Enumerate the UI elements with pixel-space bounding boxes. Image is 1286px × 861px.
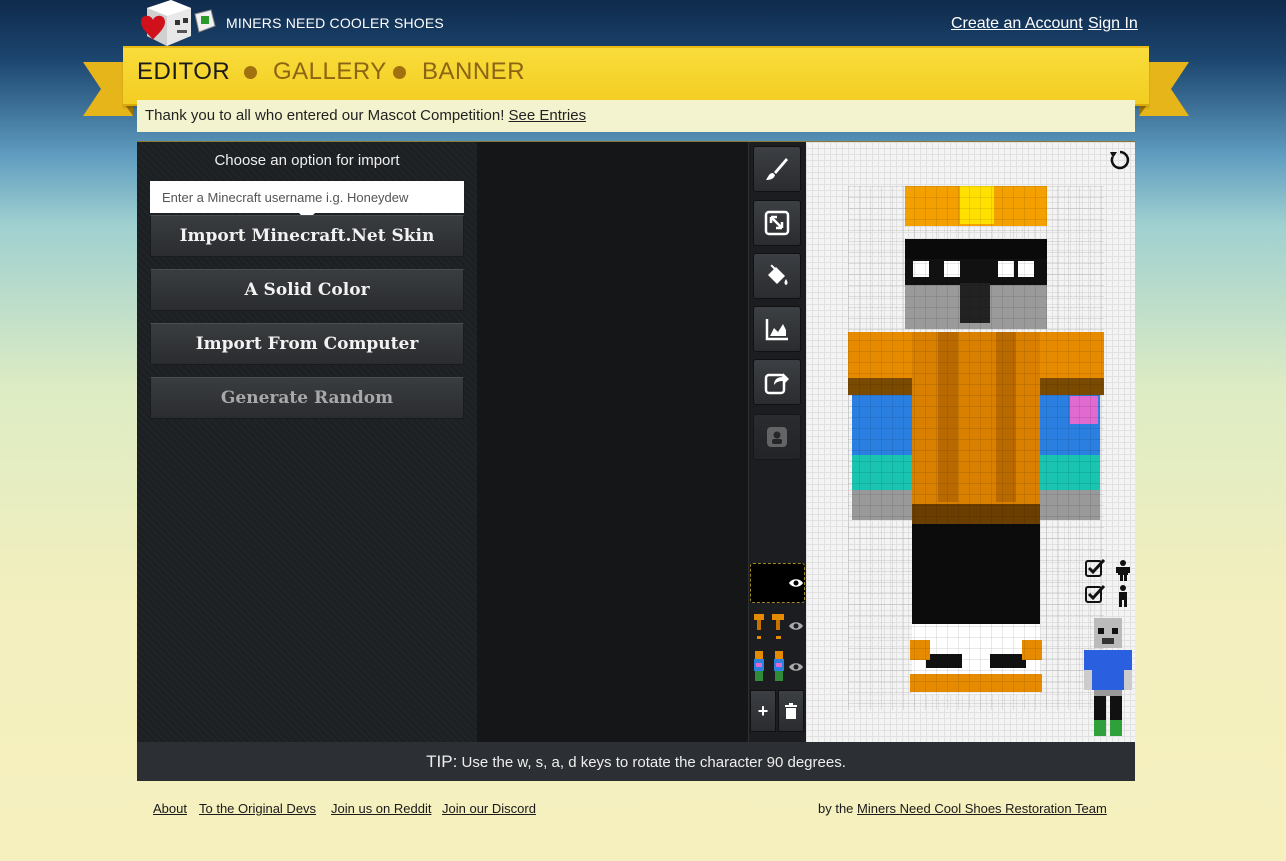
footer-credit: by the Miners Need Cool Shoes Restoratio… — [818, 801, 1107, 816]
layer-thumbnail — [754, 614, 784, 639]
sign-in-link[interactable]: Sign In — [1088, 15, 1138, 33]
base-layer-icon — [1119, 585, 1127, 607]
resize-tool-button[interactable] — [753, 200, 801, 246]
eye-icon[interactable] — [788, 620, 804, 632]
outer-layer-icon — [1116, 560, 1130, 581]
site-name: MINERS NEED COOLER SHOES — [226, 15, 444, 31]
add-layer-button[interactable]: + — [750, 690, 776, 732]
portrait-icon — [767, 427, 787, 447]
chart-tool-button[interactable] — [753, 306, 801, 352]
import-minecraft-skin-button[interactable]: Import Minecraft.Net Skin — [150, 215, 464, 257]
eye-icon[interactable] — [788, 577, 804, 589]
restoration-team-link[interactable]: Miners Need Cool Shoes Restoration Team — [857, 801, 1107, 816]
announcement-text: Thank you to all who entered our Mascot … — [145, 107, 509, 124]
layer-thumbnail — [754, 651, 784, 681]
checkbox-base[interactable] — [1084, 584, 1106, 606]
resize-icon — [764, 210, 790, 236]
paint-bucket-icon — [768, 264, 788, 285]
delete-layer-button[interactable] — [778, 690, 804, 732]
chart-icon — [765, 319, 788, 341]
layer-outerwear[interactable] — [750, 606, 805, 646]
trash-icon — [785, 703, 797, 719]
nav-banner[interactable]: BANNER — [422, 58, 525, 86]
eye-icon[interactable] — [788, 661, 804, 673]
import-title: Choose an option for import — [214, 152, 400, 169]
footer-about-link[interactable]: About — [153, 801, 187, 816]
share-icon — [764, 373, 789, 395]
site-logo[interactable] — [137, 0, 217, 48]
share-tool-button[interactable] — [753, 359, 801, 405]
solid-color-button[interactable]: A Solid Color — [150, 269, 464, 311]
mini-skin-preview[interactable] — [1084, 618, 1132, 738]
import-from-computer-button[interactable]: Import From Computer — [150, 323, 464, 365]
editor-canvas[interactable] — [477, 142, 748, 742]
brush-icon — [766, 158, 788, 180]
footer-reddit-link[interactable]: Join us on Reddit — [331, 801, 431, 816]
footer-original-devs-link[interactable]: To the Original Devs — [199, 801, 316, 816]
brush-tool-button[interactable] — [753, 146, 801, 192]
nav-separator — [393, 66, 406, 79]
tip-bar: TIP: Use the w, s, a, d keys to rotate t… — [137, 742, 1135, 781]
generate-random-button[interactable]: Generate Random — [150, 377, 464, 419]
see-entries-link[interactable]: See Entries — [509, 107, 587, 124]
skin-model[interactable] — [848, 186, 1104, 710]
tip-label: TIP: — [426, 752, 458, 771]
layer-base[interactable] — [750, 647, 805, 687]
tip-text: Use the w, s, a, d keys to rotate the ch… — [457, 754, 846, 771]
portrait-tool-button[interactable] — [753, 414, 801, 460]
username-input[interactable] — [150, 181, 464, 213]
nav-editor[interactable]: EDITOR — [137, 58, 230, 86]
footer-discord-link[interactable]: Join our Discord — [442, 801, 536, 816]
nav-gallery[interactable]: GALLERY — [273, 58, 387, 86]
announcement-bar: Thank you to all who entered our Mascot … — [137, 100, 1135, 132]
layer-blank[interactable] — [750, 563, 805, 603]
nav-separator — [244, 66, 257, 79]
create-account-link[interactable]: Create an Account — [951, 15, 1083, 33]
fill-tool-button[interactable] — [753, 253, 801, 299]
reset-view-icon[interactable] — [1108, 148, 1132, 172]
credit-prefix: by the — [818, 801, 858, 816]
checkbox-overlay[interactable] — [1084, 558, 1106, 580]
